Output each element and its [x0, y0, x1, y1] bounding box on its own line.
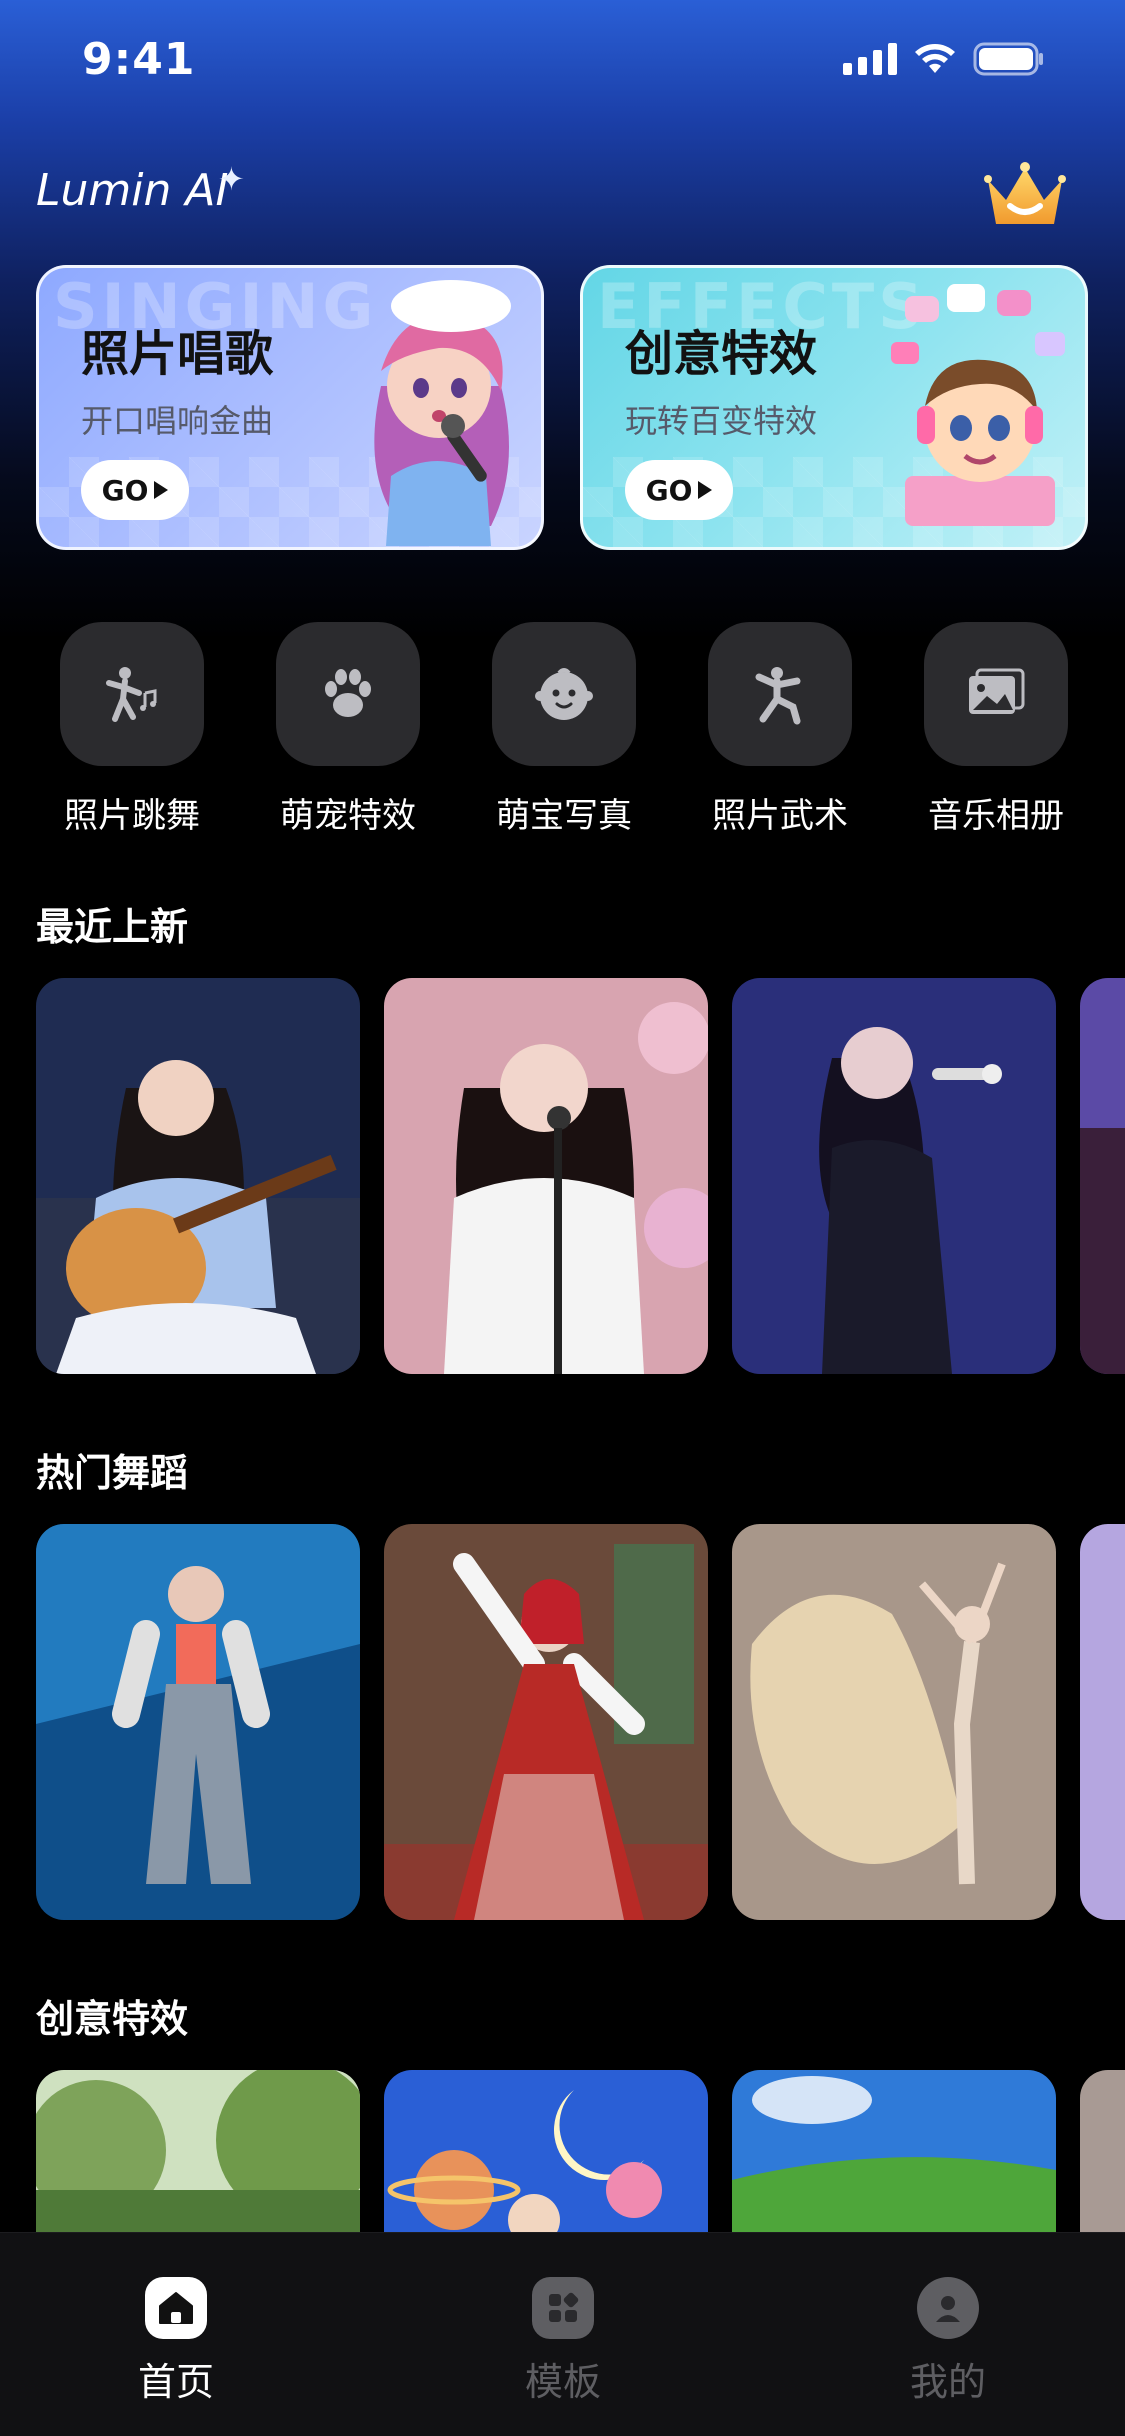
purple-dance-image: [1080, 1524, 1125, 1920]
dancing-person-icon: [106, 667, 157, 722]
template-card[interactable]: [384, 2070, 708, 2240]
shortcut-tile[interactable]: [492, 622, 636, 766]
shortcut-tile[interactable]: [60, 622, 204, 766]
template-card[interactable]: [1080, 978, 1125, 1374]
shortcut-label: 照片武术: [712, 796, 848, 836]
template-card[interactable]: [36, 2070, 360, 2240]
martial-arts-icon: [755, 667, 801, 725]
singing-white-dress-girl-image: [384, 978, 708, 1374]
shortcut-label: 萌宠特效: [280, 796, 416, 836]
shortcut-pet-effects[interactable]: 萌宠特效: [258, 622, 438, 837]
section-title-recent: 最近上新: [36, 905, 189, 949]
banner-creative-effects[interactable]: EFFECTS 创意特效 玩转百变特效 GO: [580, 265, 1088, 550]
template-card[interactable]: [732, 1524, 1056, 1920]
template-card[interactable]: [732, 2070, 1056, 2240]
silk-dancer-image: [732, 1524, 1056, 1920]
photo-album-icon: [969, 668, 1025, 714]
stage-light-image: [1080, 978, 1125, 1374]
concert-singer-image: [732, 978, 1056, 1374]
hiphop-dancer-image: [36, 1524, 360, 1920]
tab-home[interactable]: 首页: [86, 2277, 266, 2406]
go-button[interactable]: GO: [625, 460, 733, 520]
grassland-sky-image: [732, 2070, 1056, 2240]
profile-icon: [917, 2277, 979, 2339]
status-bar: 9:41: [0, 0, 1125, 130]
template-card[interactable]: [732, 978, 1056, 1374]
battery-icon: [973, 42, 1043, 76]
folk-dancer-image: [384, 1524, 708, 1920]
shortcut-label: 萌宝写真: [496, 796, 632, 836]
tab-label: 我的: [909, 2360, 986, 2404]
dance-card-row: [0, 1524, 1125, 1920]
template-card[interactable]: [1080, 1524, 1125, 1920]
boy-with-headphones-illustration: [891, 284, 1065, 526]
shortcut-baby-portrait[interactable]: 萌宝写真: [474, 622, 654, 837]
play-arrow-icon: [154, 481, 169, 499]
shortcut-tile[interactable]: [924, 622, 1068, 766]
banner-title: 创意特效: [625, 326, 818, 382]
go-button[interactable]: GO: [81, 460, 189, 520]
tab-templates[interactable]: 模板: [473, 2277, 653, 2406]
mountain-image: [1080, 2070, 1125, 2240]
bottom-tab-bar: 首页 模板 我的: [0, 2232, 1125, 2436]
tab-label: 模板: [524, 2360, 601, 2404]
tab-profile[interactable]: 我的: [858, 2277, 1038, 2406]
template-card[interactable]: [36, 1524, 360, 1920]
shortcut-photo-martial-arts[interactable]: 照片武术: [690, 622, 870, 837]
banner-subtitle: 玩转百变特效: [625, 402, 818, 440]
sparkle-icon: ✦: [218, 160, 245, 198]
template-card[interactable]: [384, 978, 708, 1374]
wifi-icon: [915, 44, 955, 73]
space-cartoon-image: [384, 2070, 708, 2240]
play-arrow-icon: [698, 481, 713, 499]
status-time: 9:41: [82, 34, 196, 85]
template-card[interactable]: [36, 978, 360, 1374]
section-title-dance: 热门舞蹈: [36, 1451, 189, 1495]
template-card[interactable]: [384, 1524, 708, 1920]
banner-photo-singing[interactable]: SINGING 照片唱歌 开口唱响金曲 GO: [36, 265, 544, 550]
tab-label: 首页: [137, 2360, 214, 2404]
banner-subtitle: 开口唱响金曲: [81, 402, 274, 440]
template-icon: [532, 2277, 594, 2339]
cellular-signal-icon: [843, 43, 897, 75]
crown-icon[interactable]: [982, 158, 1068, 232]
shortcut-label: 音乐相册: [928, 796, 1064, 836]
shortcut-label: 照片跳舞: [64, 796, 200, 836]
status-icons: [843, 42, 1045, 76]
singing-girl-illustration: [374, 280, 511, 546]
shortcut-tile[interactable]: [276, 622, 420, 766]
baby-face-icon: [535, 668, 593, 720]
shortcut-row: 照片跳舞 萌宠特效 萌宝写真 照片武术 音乐相册: [0, 622, 1125, 842]
forest-image: [36, 2070, 360, 2240]
recent-card-row: [0, 978, 1125, 1374]
shortcut-tile[interactable]: [708, 622, 852, 766]
template-card[interactable]: [1080, 2070, 1125, 2240]
shortcut-music-album[interactable]: 音乐相册: [906, 622, 1086, 837]
home-icon: [145, 2277, 207, 2339]
shortcut-photo-dance[interactable]: 照片跳舞: [42, 622, 222, 837]
effects-card-row: [0, 2070, 1125, 2240]
banner-title: 照片唱歌: [81, 326, 274, 382]
singing-guitar-girl-image: [36, 978, 360, 1374]
go-label: GO: [645, 473, 693, 507]
paw-icon: [325, 669, 371, 717]
app-logo: Lumin AI: [36, 165, 229, 216]
section-title-effects: 创意特效: [36, 1997, 189, 2041]
go-label: GO: [101, 473, 149, 507]
